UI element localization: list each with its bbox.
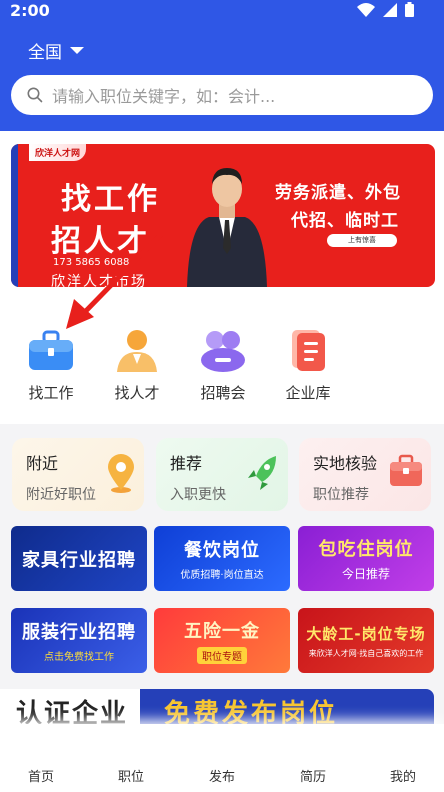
- tile-title: 大龄工-岗位专场: [306, 624, 426, 643]
- meeting-icon: [201, 331, 245, 372]
- nav-post[interactable]: 发布: [209, 766, 235, 785]
- tile-subtitle: 今日推荐: [341, 567, 390, 581]
- briefcase-icon: [29, 330, 73, 370]
- banner-right-2: 代招、临时工: [291, 211, 399, 231]
- nav-jobs[interactable]: 职位: [118, 766, 144, 785]
- status-bar: 2:00: [0, 0, 444, 22]
- tile-title: 家具行业招聘: [22, 549, 136, 571]
- category-find-talent[interactable]: 找人才: [97, 328, 177, 403]
- category-company-library[interactable]: 企业库: [268, 328, 348, 403]
- region-selector[interactable]: 全国: [28, 38, 84, 63]
- tile-board-lodging[interactable]: 包吃住岗位 今日推荐: [298, 526, 434, 591]
- feature-verified[interactable]: 实地核验 职位推荐: [299, 438, 431, 511]
- feature-nearby[interactable]: 附近 附近好职位: [12, 438, 144, 511]
- region-label: 全国: [28, 43, 62, 63]
- battery-icon: [405, 2, 414, 17]
- nav-home[interactable]: 首页: [28, 766, 54, 785]
- document-icon: [292, 330, 325, 371]
- tile-catering[interactable]: 餐饮岗位 优质招聘·岗位直达: [154, 526, 290, 591]
- briefcase-icon: [390, 454, 422, 486]
- category-label: 找工作: [28, 384, 74, 402]
- promo-right: 免费发布岗位: [140, 689, 434, 729]
- banner-badge: 上有惊喜: [327, 234, 397, 247]
- tile-subtitle: 优质招聘·岗位直达: [180, 570, 264, 581]
- banner-brand: 欣洋人才网: [29, 144, 87, 161]
- app-root: 2:00 全国 请输入职位关键字，如：会计... 欣洋人才网 找工作 招人才 1…: [0, 0, 444, 792]
- location-pin-icon: [108, 454, 134, 493]
- tile-insurance[interactable]: 五险一金 职位专题: [154, 608, 290, 673]
- category-label: 企业库: [285, 384, 331, 402]
- promo-left: 认证企业: [0, 689, 150, 729]
- tile-title: 服装行业招聘: [22, 622, 136, 643]
- search-input[interactable]: 请输入职位关键字，如：会计...: [11, 75, 433, 115]
- tile-title: 五险一金: [184, 621, 260, 642]
- bottom-nav: 首页 职位 发布 简历 我的: [0, 724, 444, 792]
- pointer-arrow-icon: [66, 230, 165, 329]
- tile-title: 餐饮岗位: [184, 540, 260, 561]
- promo-strip[interactable]: 认证企业 免费发布岗位: [0, 689, 444, 729]
- rocket-icon: [248, 456, 276, 490]
- category-label: 招聘会: [200, 384, 246, 402]
- tile-subtitle: 来欣洋人才网·找自己喜欢的工作: [308, 648, 424, 658]
- wifi-icon: [357, 2, 375, 17]
- nav-resume[interactable]: 简历: [300, 766, 326, 785]
- category-grid: 找工作 找人才 招聘会 企业库: [0, 328, 444, 404]
- category-job-fair[interactable]: 招聘会: [183, 328, 263, 403]
- search-icon: [27, 87, 43, 103]
- banner-right-1: 劳务派遣、外包: [275, 183, 401, 203]
- nav-mine[interactable]: 我的: [390, 766, 416, 785]
- tile-title: 包吃住岗位: [318, 539, 414, 560]
- tile-subtitle: 点击免费找工作: [44, 652, 114, 663]
- status-icons: [357, 2, 414, 17]
- status-time: 2:00: [10, 1, 50, 20]
- tile-subtitle: 职位专题: [197, 647, 247, 664]
- category-find-job[interactable]: 找工作: [11, 328, 91, 403]
- tile-older-workers[interactable]: 大龄工-岗位专场 来欣洋人才网·找自己喜欢的工作: [298, 608, 434, 673]
- category-label: 找人才: [114, 384, 160, 402]
- header: 2:00 全国 请输入职位关键字，如：会计...: [0, 0, 444, 131]
- person-icon: [117, 330, 157, 372]
- banner-edge: [11, 144, 18, 287]
- tile-furniture[interactable]: 家具行业招聘: [11, 526, 147, 591]
- feature-recommend[interactable]: 推荐 入职更快: [156, 438, 288, 511]
- tile-garment[interactable]: 服装行业招聘 点击免费找工作: [11, 608, 147, 673]
- signal-icon: [383, 2, 397, 17]
- chevron-down-icon: [70, 47, 84, 54]
- banner-headline-1: 找工作: [61, 182, 160, 217]
- businessman-image: [187, 168, 267, 287]
- search-placeholder: 请输入职位关键字，如：会计...: [52, 87, 276, 106]
